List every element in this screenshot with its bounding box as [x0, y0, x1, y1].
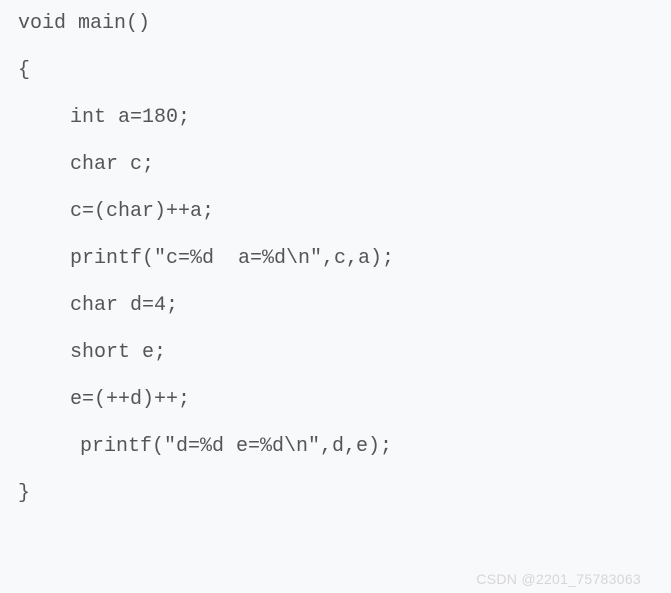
code-line: {	[18, 47, 653, 94]
code-line: void main()	[18, 0, 653, 47]
code-line: short e;	[18, 329, 653, 376]
code-line: char d=4;	[18, 282, 653, 329]
code-line: printf("d=%d e=%d\n",d,e);	[18, 423, 653, 470]
code-line: int a=180;	[18, 94, 653, 141]
code-line: c=(char)++a;	[18, 188, 653, 235]
code-line: e=(++d)++;	[18, 376, 653, 423]
code-block: void main() { int a=180; char c; c=(char…	[0, 0, 671, 517]
code-line: }	[18, 470, 653, 517]
code-line: char c;	[18, 141, 653, 188]
code-line: printf("c=%d a=%d\n",c,a);	[18, 235, 653, 282]
watermark: CSDN @2201_75783063	[476, 571, 641, 587]
